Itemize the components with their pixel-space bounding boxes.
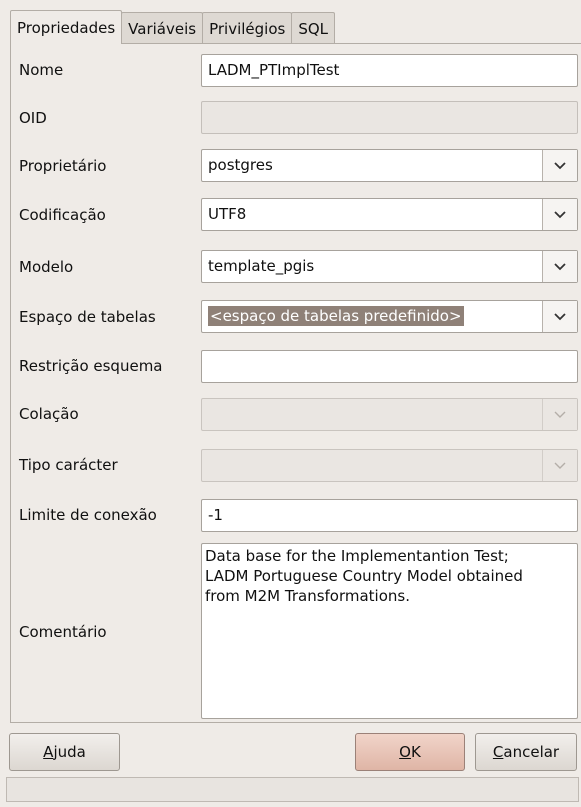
codificacao-select[interactable]: UTF8 — [201, 198, 578, 231]
chevron-down-icon — [542, 450, 577, 481]
tab-privilegios[interactable]: Privilégios — [202, 12, 293, 44]
chevron-down-icon[interactable] — [542, 199, 577, 230]
colacao-label: Colação — [19, 405, 79, 423]
limite-label: Limite de conexão — [19, 506, 157, 524]
cancelar-label: ancelar — [503, 743, 560, 761]
chevron-down-icon — [542, 399, 577, 430]
colacao-select — [201, 398, 578, 431]
ok-mnemonic: O — [399, 743, 411, 761]
cancelar-button[interactable]: Cancelar — [475, 733, 577, 771]
chevron-down-icon[interactable] — [542, 251, 577, 282]
proprietario-value: postgres — [208, 156, 273, 174]
modelo-select[interactable]: template_pgis — [201, 250, 578, 283]
espaco-label: Espaço de tabelas — [19, 308, 156, 326]
nome-input[interactable]: LADM_PTImplTest — [201, 54, 578, 87]
tipo-select — [201, 449, 578, 482]
tab-bar: Propriedades Variáveis Privilégios SQL — [10, 10, 336, 44]
proprietario-select[interactable]: postgres — [201, 149, 578, 182]
limite-input[interactable]: -1 — [201, 499, 578, 532]
ajuda-mnemonic: A — [43, 743, 54, 761]
ajuda-label: juda — [53, 743, 86, 761]
nome-label: Nome — [19, 61, 64, 79]
chevron-down-icon[interactable] — [542, 301, 577, 332]
tab-sql[interactable]: SQL — [291, 12, 336, 44]
espaco-select[interactable]: <espaço de tabelas predefinido> — [201, 300, 578, 333]
espaco-value-container: <espaço de tabelas predefinido> — [202, 301, 542, 332]
comentario-label: Comentário — [19, 623, 107, 641]
codificacao-value: UTF8 — [208, 205, 247, 223]
ok-label: K — [410, 743, 421, 761]
comentario-textarea[interactable]: Data base for the Implementantion Test; … — [201, 543, 578, 719]
restricao-input[interactable] — [201, 350, 578, 383]
chevron-down-icon[interactable] — [542, 150, 577, 181]
modelo-value: template_pgis — [208, 257, 315, 275]
ajuda-button[interactable]: Ajuda — [9, 733, 120, 771]
oid-input — [201, 101, 578, 134]
espaco-value: <espaço de tabelas predefinido> — [208, 306, 464, 326]
modelo-label: Modelo — [19, 258, 74, 276]
restricao-label: Restrição esquema — [19, 357, 163, 375]
tipo-value — [202, 450, 542, 481]
tipo-label: Tipo carácter — [19, 456, 118, 474]
tab-propriedades[interactable]: Propriedades — [10, 10, 123, 44]
codificacao-label: Codificação — [19, 206, 106, 224]
oid-label: OID — [19, 109, 47, 127]
proprietario-label: Proprietário — [19, 157, 107, 175]
status-bar — [6, 777, 579, 802]
colacao-value — [202, 399, 542, 430]
cancelar-mnemonic: C — [492, 743, 504, 761]
ok-button[interactable]: OK — [355, 733, 465, 771]
tab-variaveis[interactable]: Variáveis — [121, 12, 204, 44]
